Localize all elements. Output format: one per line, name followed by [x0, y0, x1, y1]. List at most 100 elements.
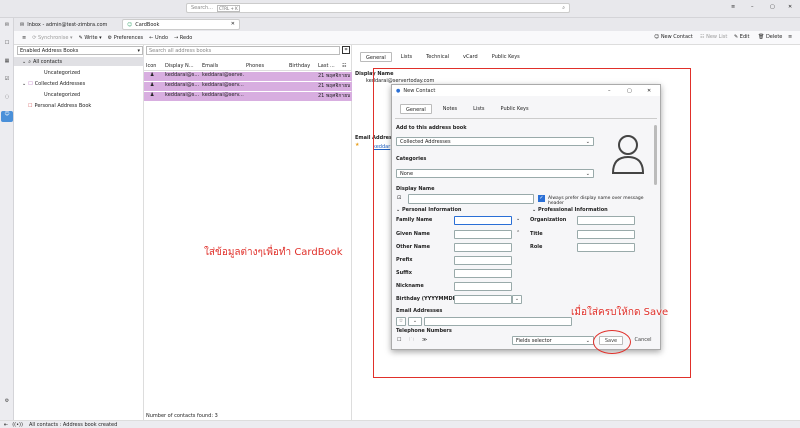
sidebar-item-uncategorized[interactable]: Uncategorized [44, 70, 80, 76]
address-book-icon[interactable]: ☐ [3, 40, 11, 46]
contact-icon: ♟ [150, 82, 155, 88]
annotation-left-text: ใส่ข้อมูลต่างๆเพื่อทำ CardBook [204, 247, 343, 258]
cancel-button[interactable]: Cancel [632, 336, 654, 345]
maximize-icon[interactable]: ▢ [770, 4, 775, 10]
titlebar: Search... CTRL + K ⌕ ≡ – ▢ ✕ [0, 0, 800, 18]
display-name-field[interactable] [408, 194, 534, 204]
menu-icon[interactable]: ≡ [22, 35, 26, 41]
star-icon[interactable]: ★ [355, 142, 359, 148]
contact-search-input[interactable]: Search all address books [146, 46, 340, 55]
role-field[interactable] [577, 243, 635, 252]
tab-technical[interactable]: Technical [421, 52, 454, 62]
new-list-button[interactable]: ☷ New List [700, 34, 727, 40]
display-name-icon: ⊡ [397, 195, 402, 201]
sidebar-item-label: All contacts [33, 58, 63, 65]
mail-icon[interactable]: ✉ [3, 22, 11, 28]
title-field[interactable] [577, 230, 635, 239]
col-emails[interactable]: Emails [202, 63, 218, 69]
fields-selector[interactable]: Fields selector ⌄ [512, 336, 594, 345]
table-row[interactable]: ♟ keddarai@s... keddarai@serve... 21 พฤศ… [144, 72, 352, 81]
nickname-label: Nickname [396, 283, 424, 289]
other-name-field[interactable] [454, 243, 512, 252]
sidebar-item-uncategorized-2[interactable]: Uncategorized [44, 92, 80, 98]
write-label: Write [84, 34, 98, 41]
global-search-input[interactable]: Search... CTRL + K ⌕ [186, 3, 570, 13]
contact-photo-icon[interactable] [610, 131, 646, 175]
dialog-minimize-icon[interactable]: – [608, 88, 611, 94]
tab-general[interactable]: General [360, 52, 392, 62]
dialog-close-icon[interactable]: ✕ [647, 88, 651, 94]
chat-icon[interactable]: ◌ [3, 94, 11, 100]
email-field[interactable] [424, 317, 572, 326]
calendar-icon[interactable]: ▦ [3, 58, 11, 64]
email-star-button[interactable]: ☆ [396, 317, 406, 326]
row-name: keddarai@s... [165, 82, 200, 88]
minimize-icon[interactable]: – [751, 4, 754, 10]
col-phones[interactable]: Phones [246, 63, 264, 69]
dialog-maximize-icon[interactable]: ▢ [627, 88, 632, 94]
family-name-field[interactable] [454, 216, 512, 225]
redo-button[interactable]: → Redo [174, 35, 192, 41]
tasks-icon[interactable]: ☑ [3, 76, 11, 82]
close-window-icon[interactable]: ✕ [788, 4, 792, 10]
tab-lists[interactable]: Lists [396, 52, 417, 62]
birthday-field[interactable] [454, 295, 512, 304]
tab-vcard[interactable]: vCard [458, 52, 483, 62]
suffix-field[interactable] [454, 269, 512, 278]
sync-button[interactable]: ⟳ Synchronise ▾ [32, 35, 72, 41]
categories-select[interactable]: None ⌄ [396, 169, 594, 178]
cardbook-icon[interactable]: ☺ [1, 111, 13, 122]
column-picker-icon[interactable]: ☷ [342, 63, 346, 69]
prefer-display-checkbox[interactable]: ✓ [538, 195, 545, 202]
dialog-scrollbar[interactable] [654, 125, 657, 185]
organization-field[interactable] [577, 216, 635, 225]
table-row[interactable]: ♟ keddarai@s... keddarai@serv... 21 พฤศจ… [144, 92, 352, 101]
col-last[interactable]: Last ... [318, 63, 335, 69]
contacts-count: Number of contacts found: 3 [146, 413, 218, 419]
birthday-picker-button[interactable]: ⌄ [512, 295, 522, 304]
sidebar-item-collected[interactable]: ⌄ ☐ Collected Addresses [22, 81, 85, 87]
nickname-field[interactable] [454, 282, 512, 291]
given-name-field[interactable] [454, 230, 512, 239]
edit-button[interactable]: ✎ Edit [734, 34, 749, 40]
add-to-select[interactable]: Collected Addresses ⌄ [396, 137, 594, 146]
search-options-icon[interactable]: ⌗ [342, 46, 350, 54]
sidebar-item-personal[interactable]: ☐ Personal Address Book [28, 103, 91, 109]
tab-inbox[interactable]: ✉ Inbox - admin@test-zimbra.com [16, 19, 128, 30]
phone-icon[interactable]: ☐ [397, 337, 401, 343]
delete-button[interactable]: 🗑 Delete [758, 34, 782, 40]
row-last: 21 พฤศจิกายน... [318, 83, 350, 89]
new-contact-button[interactable]: ☺ New Contact [654, 34, 693, 40]
address-book-dropdown[interactable]: Enabled Address Books ▾ [17, 46, 143, 55]
dialog-tab-general[interactable]: General [400, 104, 432, 114]
write-button[interactable]: ✎ Write ▾ [79, 35, 102, 41]
col-display-name[interactable]: Display N... [165, 63, 194, 69]
row-email: keddarai@serv... [202, 82, 244, 88]
folder-icon[interactable]: 🗀 [409, 337, 414, 345]
settings-icon[interactable]: ⚙ [3, 398, 11, 404]
app-menu-icon[interactable]: ≡ [731, 4, 735, 10]
col-icon[interactable]: Icon [146, 63, 156, 69]
undo-button[interactable]: ← Undo [149, 35, 168, 41]
dialog-tab-public-keys[interactable]: Public Keys [496, 104, 534, 114]
tab-cardbook[interactable]: ☺ CardBook ✕ [122, 19, 240, 30]
dialog-tab-notes[interactable]: Notes [438, 104, 462, 114]
chevron-down-icon[interactable]: ⌄ [516, 216, 520, 222]
prefix-field[interactable] [454, 256, 512, 265]
detail-tabs: General Lists Technical vCard Public Key… [360, 52, 525, 62]
chevron-up-icon[interactable]: ⌃ [516, 230, 520, 236]
col-birthday[interactable]: Birthday [289, 63, 310, 69]
expand-more-icon[interactable]: ≫ [422, 337, 427, 343]
birthday-label: Birthday (YYYYMMDD) [396, 296, 460, 302]
email-type-button[interactable]: ⌄ [408, 317, 422, 326]
preferences-button[interactable]: ⚙ Preferences [108, 35, 144, 41]
overflow-menu-icon[interactable]: ≡ [788, 34, 792, 40]
close-tab-icon[interactable]: ✕ [231, 21, 235, 27]
table-row[interactable]: ♟ keddarai@s... keddarai@serv... 21 พฤศจ… [144, 82, 352, 91]
tab-bar: ✉ Inbox - admin@test-zimbra.com ☺ CardBo… [14, 18, 800, 31]
fields-selector-label: Fields selector [516, 337, 552, 344]
tab-public-keys[interactable]: Public Keys [487, 52, 525, 62]
spaces-bar: ✉ ☐ ▦ ☑ ◌ ☺ ⚙ [0, 18, 14, 420]
dialog-tab-lists[interactable]: Lists [468, 104, 489, 114]
sidebar-item-all-contacts[interactable]: ⌄ ⌕ All contacts [14, 57, 144, 66]
